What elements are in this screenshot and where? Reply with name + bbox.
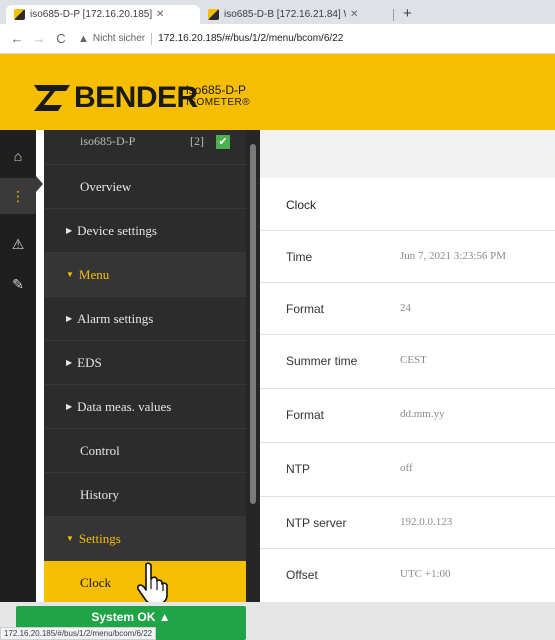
sidebar-device-count: [2] xyxy=(190,134,204,148)
sidebar-item-overview[interactable]: Overview xyxy=(44,164,246,208)
sidebar-item-label: Overview xyxy=(80,178,132,194)
bender-favicon-icon xyxy=(208,9,219,20)
setting-value: 192.0.0.123 xyxy=(400,516,453,528)
warning-icon[interactable]: ▲ xyxy=(78,33,89,45)
reload-icon[interactable]: C xyxy=(50,31,72,46)
setting-label: NTP xyxy=(286,462,310,476)
setting-row-format[interactable]: Format 24 xyxy=(260,282,555,334)
check-icon: ✔ xyxy=(216,135,230,149)
sidebar-item-device-settings[interactable]: ▶ Device settings xyxy=(44,208,246,252)
setting-label: Format xyxy=(286,408,325,422)
sidebar-item-label: Clock xyxy=(80,574,112,590)
tree-icon[interactable]: ⋮ xyxy=(0,178,36,214)
main-banner xyxy=(260,130,555,178)
brand-name: BENDER xyxy=(74,81,198,114)
sidebar-item-label: Settings xyxy=(78,530,121,546)
omnibox-divider xyxy=(151,32,153,45)
setting-label: NTP server xyxy=(286,516,347,530)
main-content: Clock Time Jun 7, 2021 3:23:56 PM Format… xyxy=(260,130,555,640)
setting-value: UTC +1:00 xyxy=(400,568,451,580)
page-title: Clock xyxy=(286,198,317,212)
setting-value: dd.mm.yy xyxy=(400,408,445,420)
forward-icon[interactable]: → xyxy=(28,31,50,46)
browser-tab-strip: iso685-D-P [172.16.20.185] Web ✕ iso685-… xyxy=(0,0,555,24)
security-label: Nicht sicher xyxy=(92,33,146,44)
sidebar-item-label: Menu xyxy=(78,266,110,282)
sidebar-item-label: Device settings xyxy=(77,222,157,238)
setting-row-summer-time[interactable]: Summer time CEST xyxy=(260,334,555,386)
setting-row-time[interactable]: Time Jun 7, 2021 3:23:56 PM xyxy=(260,230,555,282)
sidebar-item-eds[interactable]: ▶ EDS xyxy=(44,340,246,384)
setting-label: Time xyxy=(286,250,313,264)
chevron-down-icon: ▼ xyxy=(66,534,74,543)
setting-label: Format xyxy=(286,302,325,316)
sidebar-item-menu[interactable]: ▼ Menu xyxy=(44,252,246,296)
sidebar-menu: iso685-D-P [2] ✔ Overview ▶ Device setti… xyxy=(44,130,246,604)
new-tab-button[interactable]: + xyxy=(403,5,412,23)
setting-label: Offset xyxy=(286,568,318,582)
wrench-icon[interactable]: ✎ xyxy=(0,266,36,302)
browser-tab-active[interactable]: iso685-D-P [172.16.20.185] Web ✕ xyxy=(6,5,200,24)
address-bar: ← → C ▲ Nicht sicher 172.16.20.185/#/bus… xyxy=(0,24,555,54)
setting-row-ntp-server[interactable]: NTP server 192.0.0.123 xyxy=(260,496,555,548)
setting-value: Jun 7, 2021 3:23:56 PM xyxy=(400,250,507,262)
sidebar-item-label: Data meas. values xyxy=(77,398,172,414)
url-text: 172.16.20.185/#/bus/1/2/menu/bcom/6/22 xyxy=(158,33,344,44)
chevron-right-icon: ▶ xyxy=(66,314,73,323)
device-name: iso685-D-P xyxy=(186,83,247,97)
sidebar-item-control[interactable]: Control xyxy=(44,428,246,472)
sidebar-item-label: EDS xyxy=(77,354,102,370)
setting-row-ntp[interactable]: NTP off xyxy=(260,442,555,494)
chevron-right-icon: ▶ xyxy=(66,358,73,367)
sidebar-item-settings[interactable]: ▼ Settings xyxy=(44,516,246,560)
setting-value: 24 xyxy=(400,302,411,314)
sidebar-device-name: iso685-D-P xyxy=(80,134,136,148)
sidebar-device-row[interactable]: iso685-D-P [2] ✔ xyxy=(44,130,246,155)
tab-title: iso685-D-P [172.16.20.185] Web xyxy=(30,9,152,20)
sidebar-item-alarm-settings[interactable]: ▶ Alarm settings xyxy=(44,296,246,340)
setting-row-date-format[interactable]: Format dd.mm.yy xyxy=(260,388,555,440)
sidebar-scrollbar[interactable] xyxy=(250,144,256,504)
sidebar-item-label: Alarm settings xyxy=(77,310,154,326)
home-icon[interactable]: ⌂ xyxy=(0,138,36,174)
setting-label: Summer time xyxy=(286,354,358,368)
setting-row-offset[interactable]: Offset UTC +1:00 xyxy=(260,548,555,600)
hand-cursor-icon xyxy=(136,562,168,602)
sidebar-item-history[interactable]: History xyxy=(44,472,246,516)
browser-tab[interactable]: iso685-D-B [172.16.21.84] Web ✕ xyxy=(200,5,390,24)
chevron-down-icon: ▼ xyxy=(66,270,74,279)
icon-rail: ⌂ ⋮ ⚠ ✎ xyxy=(0,130,36,602)
rail-active-pointer xyxy=(36,176,43,192)
close-icon[interactable]: ✕ xyxy=(156,9,164,20)
bender-logo-icon xyxy=(34,85,70,111)
app-header: BENDER iso685-D-P ISOMETER® xyxy=(0,54,555,130)
back-icon[interactable]: ← xyxy=(6,31,28,46)
tab-separator xyxy=(393,9,394,21)
sidebar-item-data-meas-values[interactable]: ▶ Data meas. values xyxy=(44,384,246,428)
clock-card: Clock Time Jun 7, 2021 3:23:56 PM Format… xyxy=(260,178,555,640)
setting-value: CEST xyxy=(400,354,427,366)
hover-url-tooltip: 172.16.20.185/#/bus/1/2/menu/bcom/6/22 xyxy=(0,627,157,640)
sidebar-item-label: Control xyxy=(80,442,120,458)
url-field[interactable]: ▲ Nicht sicher 172.16.20.185/#/bus/1/2/m… xyxy=(78,28,555,50)
device-type: ISOMETER® xyxy=(186,97,251,108)
sidebar-item-label: History xyxy=(80,486,119,502)
alarm-icon[interactable]: ⚠ xyxy=(0,226,36,262)
chevron-right-icon: ▶ xyxy=(66,402,73,411)
close-icon[interactable]: ✕ xyxy=(350,9,358,20)
chevron-right-icon: ▶ xyxy=(66,226,73,235)
tab-title: iso685-D-B [172.16.21.84] Web xyxy=(224,9,346,20)
bender-favicon-icon xyxy=(14,9,25,20)
setting-value: off xyxy=(400,462,413,474)
